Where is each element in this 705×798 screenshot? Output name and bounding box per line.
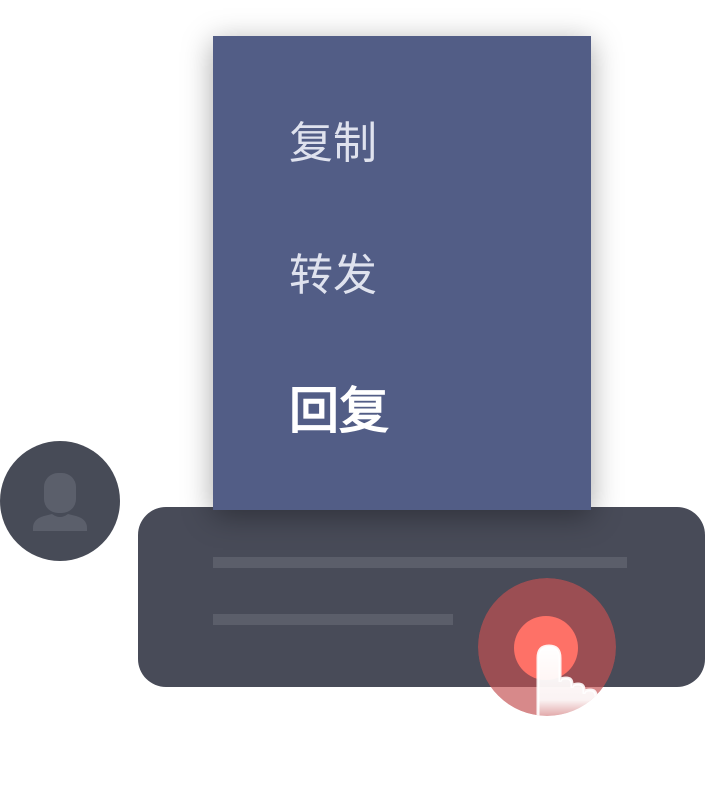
hand-pointer-icon [478,578,616,716]
menu-item-copy[interactable]: 复制 [289,122,377,166]
message-text-line [213,614,453,625]
message-text-line [213,557,627,568]
context-menu: 复制 转发 回复 [213,36,591,510]
user-icon [33,473,87,531]
message-bubble[interactable] [138,507,705,687]
avatar[interactable] [0,441,120,561]
menu-item-forward[interactable]: 转发 [289,254,377,298]
menu-item-reply[interactable]: 回复 [289,386,389,436]
